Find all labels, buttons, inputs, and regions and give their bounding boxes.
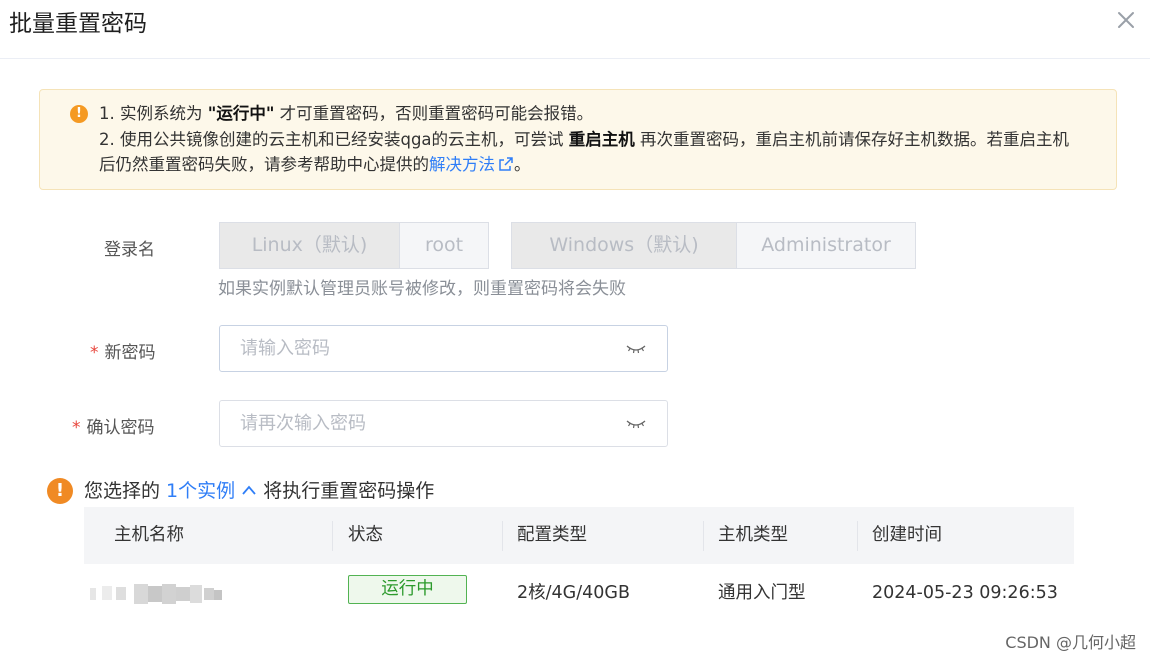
- alert-line-2: 2. 使用公共镜像创建的云主机和已经安装qga的云主机，可尝试 重启主机 再次重…: [99, 129, 1070, 175]
- column-divider: [703, 521, 704, 551]
- warning-alert: ! 1. 实例系统为 "运行中" 才可重置密码，否则重置密码可能会报错。 2. …: [39, 89, 1117, 190]
- new-password-label: * 新密码: [90, 343, 156, 363]
- header-created-time: 创建时间: [872, 525, 942, 545]
- redacted-host-name: [90, 584, 222, 604]
- windows-default-option: Windows（默认): [511, 222, 737, 269]
- linux-default-option: Linux（默认): [219, 222, 400, 269]
- table-header: 主机名称 状态 配置类型 主机类型 创建时间: [84, 507, 1074, 564]
- header-host-name: 主机名称: [114, 525, 184, 545]
- instance-count-toggle[interactable]: 1个实例: [166, 480, 257, 502]
- solution-link[interactable]: 解决方法: [429, 155, 514, 174]
- confirm-password-input[interactable]: [240, 401, 620, 446]
- linux-user-value: root: [399, 222, 489, 269]
- new-password-input[interactable]: [240, 326, 620, 371]
- warning-icon: !: [70, 105, 88, 123]
- required-mark: *: [90, 343, 99, 363]
- confirm-password-field[interactable]: [219, 400, 668, 447]
- header-host-type: 主机类型: [718, 525, 788, 545]
- new-password-field[interactable]: [219, 325, 668, 372]
- external-link-icon: [499, 157, 513, 171]
- cell-created-time: 2024-05-23 09:26:53: [872, 583, 1058, 603]
- windows-user-value: Administrator: [736, 222, 916, 269]
- header-config-type: 配置类型: [517, 525, 587, 545]
- dialog-title: 批量重置密码: [9, 11, 147, 37]
- column-divider: [332, 521, 333, 551]
- login-hint: 如果实例默认管理员账号被修改，则重置密码将会失败: [218, 279, 626, 299]
- eye-closed-icon[interactable]: [625, 417, 647, 431]
- confirm-password-label: * 确认密码: [72, 418, 155, 438]
- close-icon[interactable]: [1114, 8, 1138, 32]
- login-name-label: 登录名: [104, 240, 155, 260]
- warning-icon: !: [47, 478, 73, 504]
- chevron-up-icon[interactable]: [241, 484, 257, 496]
- alert-text: 1. 实例系统为 "运行中" 才可重置密码，否则重置密码可能会报错。 2. 使用…: [99, 101, 1079, 178]
- column-divider: [502, 521, 503, 551]
- cell-host-type: 通用入门型: [718, 583, 806, 603]
- header-status: 状态: [348, 525, 383, 545]
- alert-line-1: 1. 实例系统为 "运行中" 才可重置密码，否则重置密码可能会报错。: [99, 104, 594, 123]
- dialog-header: 批量重置密码: [0, 0, 1150, 59]
- column-divider: [857, 521, 858, 551]
- status-badge: 运行中: [348, 575, 467, 604]
- watermark: CSDN @几何小超: [1005, 633, 1136, 652]
- eye-closed-icon[interactable]: [625, 342, 647, 356]
- required-mark: *: [72, 418, 81, 438]
- cell-config: 2核/4G/40GB: [517, 583, 630, 603]
